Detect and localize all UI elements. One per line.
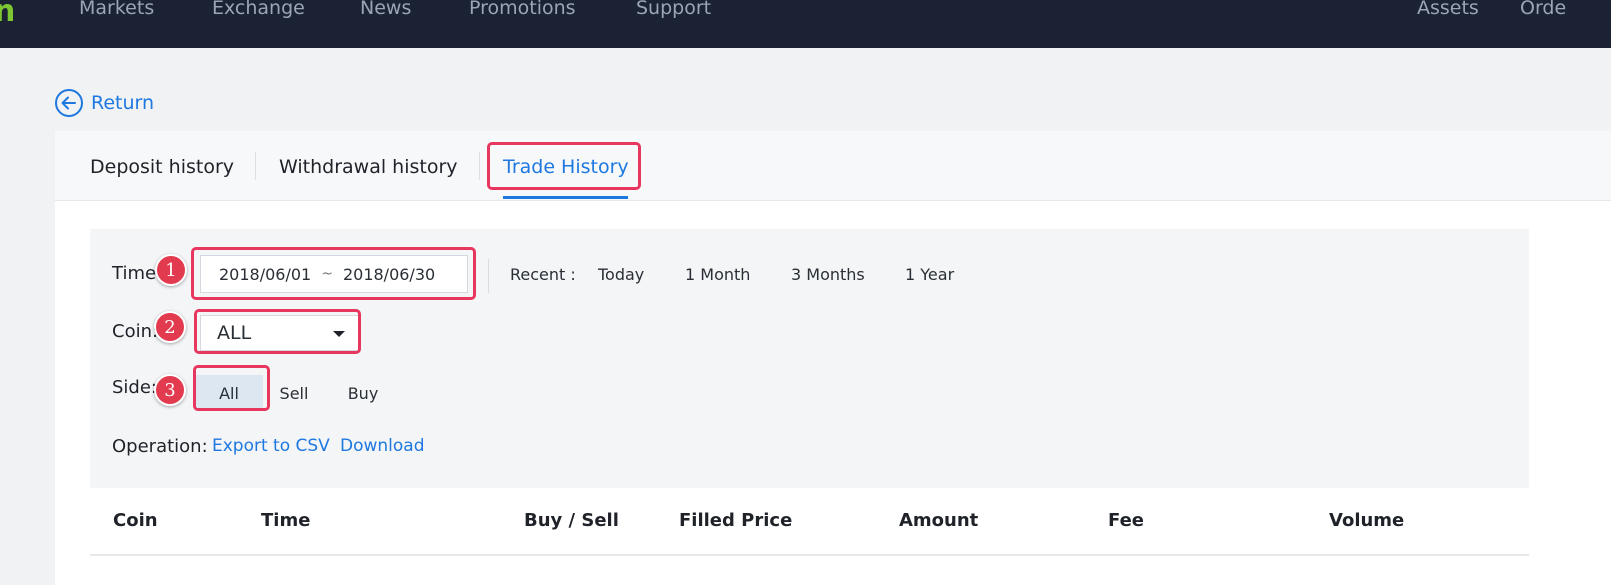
side-option-buy[interactable]: Buy — [342, 375, 384, 411]
coin-select[interactable]: ALL — [200, 315, 360, 351]
history-card: Deposit history Withdrawal history Trade… — [55, 131, 1611, 585]
annotation-badge-3: 3 — [154, 374, 186, 406]
recent-3-months[interactable]: 3 Months — [791, 265, 865, 284]
tab-deposit-history[interactable]: Deposit history — [90, 153, 234, 181]
recent-1-month[interactable]: 1 Month — [685, 265, 750, 284]
annotation-badge-1: 1 — [155, 254, 187, 286]
tab-divider — [255, 152, 256, 180]
tab-withdrawal-history[interactable]: Withdrawal history — [279, 153, 458, 181]
active-tab-underline — [503, 196, 628, 199]
column-header-time[interactable]: Time — [261, 510, 310, 531]
trade-table-header: Coin Time Buy / Sell Filled Price Amount… — [90, 488, 1529, 556]
column-header-amount[interactable]: Amount — [899, 510, 978, 531]
return-link[interactable]: Return — [54, 88, 154, 118]
nav-markets[interactable]: Markets — [79, 0, 154, 20]
column-header-side[interactable]: Buy / Sell — [524, 510, 619, 531]
back-arrow-icon — [55, 89, 83, 117]
column-header-fee[interactable]: Fee — [1108, 510, 1144, 531]
column-header-filled-price[interactable]: Filled Price — [679, 510, 792, 531]
annotation-badge-2: 2 — [154, 311, 186, 343]
date-separator: ~ — [321, 266, 333, 282]
nav-promotions[interactable]: Promotions — [469, 0, 576, 20]
date-range-input[interactable]: 2018/06/01 ~ 2018/06/30 — [200, 255, 468, 293]
side-option-sell[interactable]: Sell — [273, 375, 315, 411]
date-end: 2018/06/30 — [342, 264, 436, 284]
operation-label: Operation: — [112, 436, 208, 457]
column-header-volume[interactable]: Volume — [1329, 510, 1404, 531]
side-option-all[interactable]: All — [195, 375, 263, 411]
tab-divider — [479, 152, 480, 180]
column-header-coin[interactable]: Coin — [113, 510, 158, 531]
recent-label: Recent : — [510, 265, 576, 284]
filter-panel: Time: 2018/06/01 ~ 2018/06/30 1 Recent :… — [90, 229, 1529, 488]
caret-down-icon — [333, 331, 345, 337]
recent-1-year[interactable]: 1 Year — [905, 265, 954, 284]
side-label: Side: — [112, 377, 157, 398]
nav-assets[interactable]: Assets — [1417, 0, 1479, 20]
history-tabs: Deposit history Withdrawal history Trade… — [55, 131, 1611, 201]
recent-today[interactable]: Today — [598, 265, 644, 284]
nav-support[interactable]: Support — [636, 0, 711, 20]
download-link[interactable]: Download — [340, 436, 425, 456]
nav-news[interactable]: News — [360, 0, 411, 20]
nav-exchange[interactable]: Exchange — [212, 0, 305, 20]
coin-label: Coin: — [112, 321, 159, 342]
nav-orders[interactable]: Orde — [1520, 0, 1566, 20]
date-start: 2018/06/01 — [219, 264, 312, 284]
coin-select-value: ALL — [217, 322, 252, 344]
brand-logo[interactable]: n — [0, 0, 15, 32]
top-nav-bar: n Markets Exchange News Promotions Suppo… — [0, 0, 1611, 48]
return-label: Return — [91, 92, 155, 114]
export-csv-link[interactable]: Export to CSV — [212, 436, 330, 456]
filter-divider — [488, 259, 489, 293]
tab-trade-history[interactable]: Trade History — [503, 153, 629, 181]
